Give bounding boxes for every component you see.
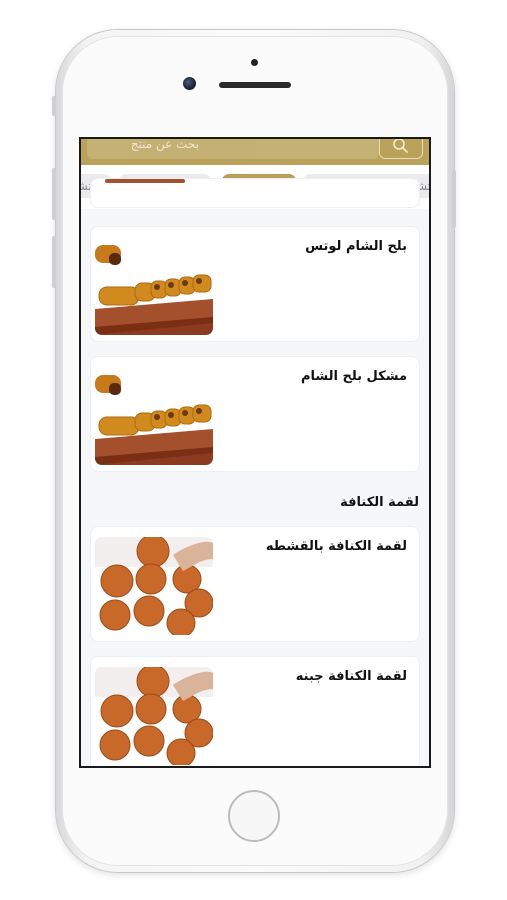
product-card[interactable]: مشكل بلح الشام <box>91 357 419 471</box>
kunafa-bites-photo <box>95 537 213 635</box>
home-button <box>228 790 280 842</box>
kunafa-bites-photo <box>95 667 213 765</box>
product-title: لقمة الكنافة بالقشطه <box>265 539 407 554</box>
app-screen: بحث عن منتج تشكيلات جبن بدبس التمر بلح ا… <box>79 137 431 768</box>
power-button <box>452 170 456 228</box>
search-button[interactable] <box>379 139 423 159</box>
proximity-sensor <box>251 59 258 66</box>
search-input[interactable]: بحث عن منتج <box>87 139 379 159</box>
product-image-partial <box>105 179 185 183</box>
product-title: بلح الشام لوتس <box>305 239 407 254</box>
earpiece-speaker <box>219 82 291 88</box>
product-card-partial[interactable] <box>91 179 419 207</box>
volume-up-button <box>52 168 56 220</box>
app-header: بحث عن منتج <box>81 139 429 165</box>
search-icon <box>393 139 408 153</box>
front-camera <box>183 77 196 90</box>
mute-switch <box>52 96 56 116</box>
section-title-kunafa: لقمة الكنافة <box>340 495 419 510</box>
balah-el-sham-photo <box>95 237 213 335</box>
volume-down-button <box>52 236 56 288</box>
product-title: لقمة الكنافة جبنه <box>295 669 407 684</box>
product-card[interactable]: لقمة الكنافة جبنه <box>91 657 419 766</box>
product-card[interactable]: بلح الشام لوتس <box>91 227 419 341</box>
product-card[interactable]: لقمة الكنافة بالقشطه <box>91 527 419 641</box>
product-title: مشكل بلح الشام <box>300 369 407 384</box>
balah-el-sham-photo <box>95 367 213 465</box>
product-list: بلح الشام لوتس مشكل بلح الشام لقمة الكنا… <box>81 179 429 766</box>
